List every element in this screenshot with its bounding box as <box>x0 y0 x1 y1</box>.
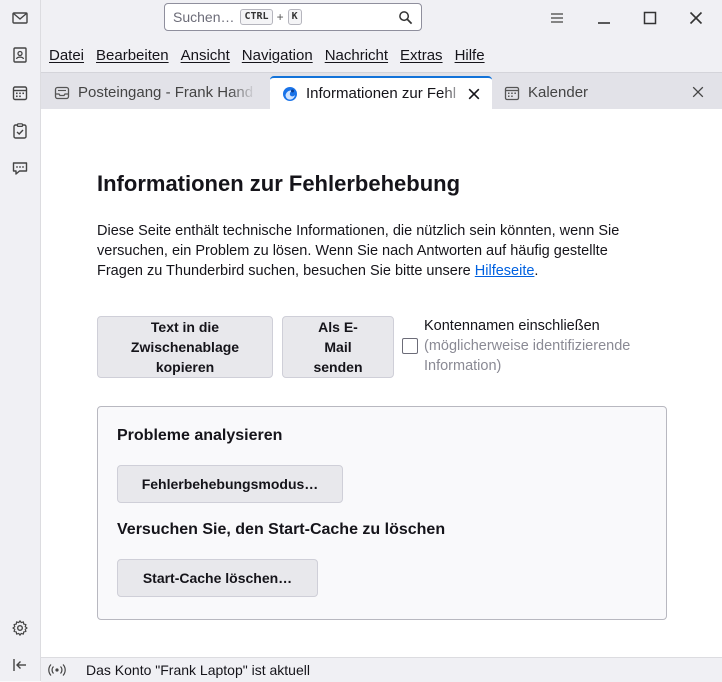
tab-inbox-label: Posteingang - Frank Hand <box>78 84 254 101</box>
help-page-link[interactable]: Hilfeseite <box>475 263 535 279</box>
shortcut-key-ctrl: CTRL <box>240 9 273 25</box>
menu-tools[interactable]: Extras <box>400 47 443 64</box>
menu-view[interactable]: Ansicht <box>181 47 230 64</box>
include-account-names-checkbox[interactable] <box>402 338 418 354</box>
close-tab-icon[interactable] <box>466 86 482 102</box>
tab-troubleshooting[interactable]: Informationen zur Fehl <box>270 76 492 109</box>
close-tab-icon[interactable] <box>690 84 706 100</box>
online-status-icon <box>48 664 66 676</box>
mail-icon[interactable] <box>8 6 32 30</box>
menu-edit[interactable]: Bearbeiten <box>96 47 169 64</box>
troubleshooting-page: Informationen zur Fehlerbehebung Diese S… <box>41 109 722 657</box>
tasks-icon[interactable] <box>8 119 32 143</box>
search-input[interactable]: Suchen… CTRL + K <box>164 3 422 31</box>
app-menu-icon[interactable] <box>545 6 569 30</box>
menu-bar: Datei Bearbeiten Ansicht Navigation Nach… <box>41 38 722 72</box>
menu-navigation[interactable]: Navigation <box>242 47 313 64</box>
inbox-icon <box>54 86 70 99</box>
status-bar: Das Konto "Frank Laptop" ist aktuell <box>41 657 722 682</box>
copy-to-clipboard-button[interactable]: Text in die Zwischenablage kopieren <box>97 316 273 378</box>
intro-end: . <box>534 263 539 279</box>
checkbox-hint: (möglicherweise identifizierende Informa… <box>424 338 631 374</box>
thunderbird-icon <box>283 86 297 101</box>
collapse-left-icon[interactable] <box>8 653 32 677</box>
calendar-icon[interactable] <box>8 81 32 105</box>
page-title: Informationen zur Fehlerbehebung <box>97 171 461 196</box>
cache-heading: Versuchen Sie, den Start-Cache zu lösche… <box>117 521 446 538</box>
intro-body: Diese Seite enthält technische Informati… <box>97 223 620 279</box>
address-book-icon[interactable] <box>8 43 32 67</box>
menu-help[interactable]: Hilfe <box>455 47 485 64</box>
analyze-heading: Probleme analysieren <box>117 427 283 444</box>
tab-calendar[interactable]: Kalender <box>492 76 717 109</box>
minimize-icon[interactable] <box>592 6 616 30</box>
checkbox-label: Kontennamen einschließen (möglicherweise… <box>424 316 664 376</box>
search-placeholder: Suchen… <box>173 9 235 25</box>
tab-troubleshooting-label: Informationen zur Fehl <box>306 85 457 102</box>
status-text: Das Konto "Frank Laptop" ist aktuell <box>86 662 310 678</box>
gear-icon[interactable] <box>8 616 32 640</box>
tab-bar: Posteingang - Frank Hand Informationen z… <box>41 72 722 110</box>
chat-icon[interactable] <box>8 156 32 180</box>
troubleshoot-mode-button[interactable]: Fehlerbehebungsmodus… <box>117 465 343 503</box>
calendar-icon <box>504 86 520 100</box>
spaces-toolbar <box>0 0 41 681</box>
title-bar: Suchen… CTRL + K <box>41 0 722 38</box>
shortcut-key-k: K <box>287 9 302 25</box>
close-window-icon[interactable] <box>684 6 708 30</box>
shortcut-plus: + <box>276 10 284 24</box>
search-icon <box>399 11 413 25</box>
tab-calendar-label: Kalender <box>528 84 589 101</box>
checkbox-label-text: Kontennamen einschließen <box>424 318 600 334</box>
menu-file[interactable]: Datei <box>49 47 84 64</box>
clear-startup-cache-button[interactable]: Start-Cache löschen… <box>117 559 318 597</box>
maximize-icon[interactable] <box>638 6 662 30</box>
send-email-button[interactable]: Als E-Mail senden <box>282 316 394 378</box>
menu-message[interactable]: Nachricht <box>325 47 388 64</box>
troubleshooting-panel: Probleme analysieren Fehlerbehebungsmodu… <box>97 406 667 620</box>
intro-text: Diese Seite enthält technische Informati… <box>97 221 657 281</box>
tab-inbox[interactable]: Posteingang - Frank Hand <box>42 76 270 109</box>
